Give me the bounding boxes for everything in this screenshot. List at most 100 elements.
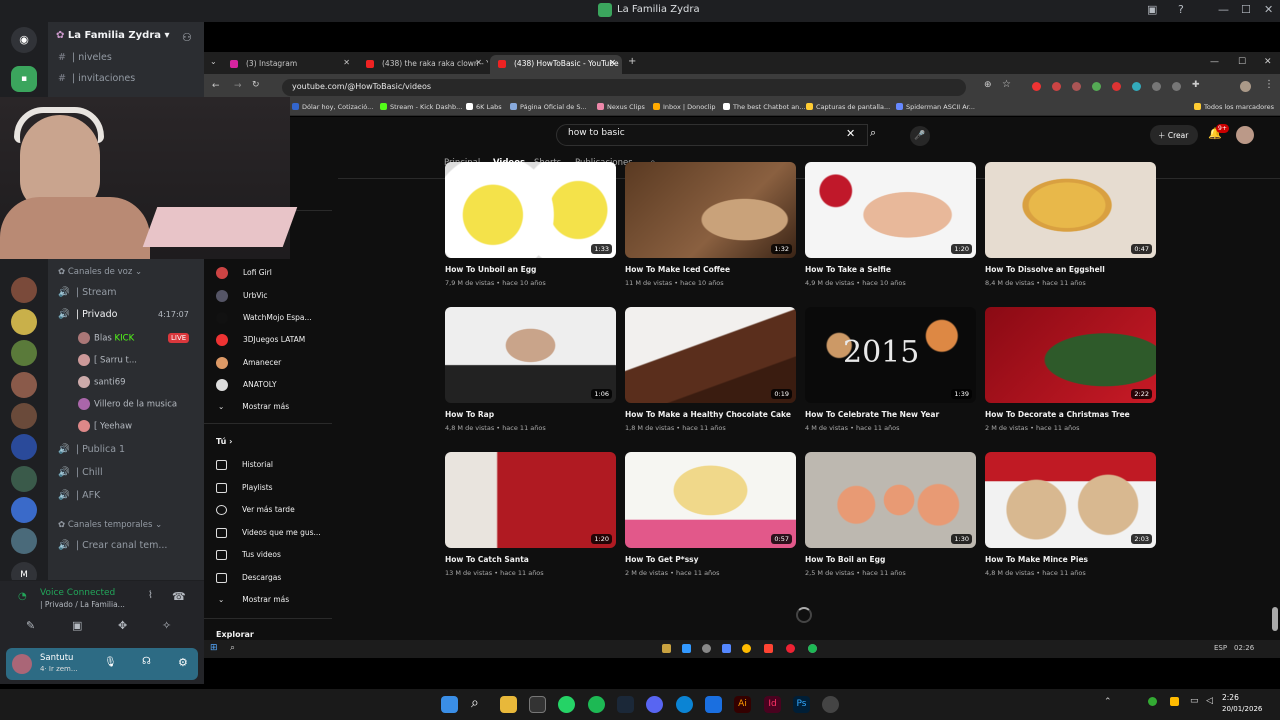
- subscription-item[interactable]: 3DJuegos LATAM: [216, 334, 305, 346]
- scrollbar[interactable]: [1272, 607, 1278, 631]
- clock-date[interactable]: 20/01/2026: [1222, 705, 1262, 713]
- start-icon[interactable]: [441, 696, 458, 713]
- tab-youtube-1[interactable]: (438) the raka raka clown - You ✕: [358, 55, 488, 74]
- server-icon[interactable]: [11, 403, 37, 429]
- video-thumbnail[interactable]: 1:33: [445, 162, 616, 258]
- playlists-link[interactable]: Playlists: [216, 483, 273, 493]
- extensions-puzzle-icon[interactable]: ✚: [1192, 80, 1200, 90]
- spotify-icon[interactable]: [588, 696, 605, 713]
- watch-later-link[interactable]: Ver más tarde: [216, 505, 295, 515]
- video-thumbnail[interactable]: 1:06: [445, 307, 616, 403]
- settings-icon[interactable]: ⚙: [178, 656, 188, 669]
- voice-channel-info[interactable]: | Privado / La Familia...: [40, 600, 125, 609]
- tray-icon[interactable]: [1148, 697, 1157, 706]
- camera-icon[interactable]: ✎: [26, 619, 35, 632]
- voice-channel-privado[interactable]: 🔊 | Privado: [58, 309, 117, 320]
- server-icon[interactable]: ▪: [11, 66, 37, 92]
- server-name[interactable]: ✿ La Familia Zydra ▾: [56, 30, 170, 41]
- server-icon[interactable]: [11, 309, 37, 335]
- voice-category[interactable]: ✿ Canales de voz ⌄: [58, 267, 142, 277]
- video-title[interactable]: How To Catch Santa: [445, 555, 616, 564]
- explorer-icon[interactable]: [662, 644, 671, 653]
- voice-channel[interactable]: 🔊 | Crear canal tem...: [58, 540, 167, 551]
- create-button[interactable]: ＋ Crear: [1150, 125, 1198, 145]
- chrome-icon[interactable]: [742, 644, 751, 653]
- screen-share-icon[interactable]: ▣: [72, 619, 82, 632]
- video-title[interactable]: How To Celebrate The New Year: [805, 410, 976, 419]
- inbox-icon[interactable]: ▣: [1147, 3, 1157, 16]
- video-card[interactable]: 1:20 How To Catch Santa 13 M de vistas •…: [445, 452, 616, 577]
- edge-icon[interactable]: [676, 696, 693, 713]
- search-input[interactable]: how to basic: [556, 124, 868, 146]
- bookmark[interactable]: Spiderman ASCII Ar...: [896, 103, 975, 111]
- video-title[interactable]: How To Rap: [445, 410, 616, 419]
- video-thumbnail[interactable]: 2:22: [985, 307, 1156, 403]
- video-card[interactable]: 1:32 How To Make Iced Coffee 11 M de vis…: [625, 162, 796, 287]
- subscription-item[interactable]: WatchMojo Espa...: [216, 312, 312, 324]
- maximize-button[interactable]: ☐: [1238, 57, 1246, 67]
- headphones-icon[interactable]: ☊: [142, 656, 151, 667]
- server-icon[interactable]: [11, 528, 37, 554]
- bookmark[interactable]: Capturas de pantalla...: [806, 103, 890, 111]
- video-card[interactable]: 0:57 How To Get P*ssy 2 M de vistas • ha…: [625, 452, 796, 577]
- discord-icon[interactable]: [646, 696, 663, 713]
- subscription-item[interactable]: ANATOLY: [216, 379, 277, 391]
- close-button[interactable]: ✕: [1264, 57, 1272, 67]
- account-avatar[interactable]: [1236, 126, 1254, 144]
- bookmark[interactable]: Dólar hoy, Cotizació...: [292, 103, 373, 111]
- bookmark[interactable]: The best Chatbot an...: [723, 103, 806, 111]
- mic-icon[interactable]: 🎙: [104, 657, 117, 668]
- temp-category[interactable]: ✿ Canales temporales ⌄: [58, 520, 162, 530]
- close-button[interactable]: ✕: [1264, 3, 1273, 16]
- text-channel[interactable]: # | niveles: [58, 52, 112, 63]
- video-thumbnail[interactable]: 1:32: [625, 162, 796, 258]
- volume-icon[interactable]: ◁: [1206, 696, 1213, 706]
- video-title[interactable]: How To Unboil an Egg: [445, 265, 616, 274]
- help-icon[interactable]: ?: [1178, 3, 1184, 16]
- subscription-item[interactable]: Lofi Girl: [216, 267, 272, 279]
- disconnect-icon[interactable]: ☎: [172, 590, 186, 603]
- tab-instagram[interactable]: (3) Instagram ✕: [222, 55, 356, 74]
- voice-channel[interactable]: 🔊 | Publica 1: [58, 444, 125, 455]
- bookmark[interactable]: Stream - Kick Dashb...: [380, 103, 462, 111]
- subscription-item[interactable]: Amanecer: [216, 357, 281, 369]
- clock-time[interactable]: 2:26: [1222, 693, 1239, 702]
- network-icon[interactable]: ▭: [1190, 696, 1199, 706]
- app-icon[interactable]: [786, 644, 795, 653]
- extension-icon[interactable]: [1052, 82, 1061, 91]
- video-title[interactable]: How To Make a Healthy Chocolate Cake: [625, 410, 796, 419]
- forward-icon[interactable]: →: [234, 81, 242, 91]
- maximize-button[interactable]: ☐: [1241, 3, 1251, 16]
- tab-youtube-active[interactable]: (438) HowToBasic - YouTube ✕: [490, 55, 622, 74]
- search-icon[interactable]: ⌕: [230, 643, 235, 653]
- extension-icon[interactable]: [1092, 82, 1101, 91]
- voice-user[interactable]: [ Sarru t...: [78, 354, 137, 366]
- noise-suppression-icon[interactable]: ⌇: [148, 590, 153, 601]
- video-title[interactable]: How To Take a Selfie: [805, 265, 976, 274]
- show-more-button[interactable]: ⌄ Mostrar más: [216, 402, 289, 411]
- server-icon[interactable]: [11, 434, 37, 460]
- video-title[interactable]: How To Get P*ssy: [625, 555, 796, 564]
- voice-channel[interactable]: 🔊 | Stream: [58, 287, 116, 298]
- video-card[interactable]: 1:33 How To Unboil an Egg 7,9 M de vista…: [445, 162, 616, 287]
- search-icon[interactable]: ⌕: [471, 695, 479, 711]
- minimize-button[interactable]: —: [1218, 3, 1229, 16]
- voice-user[interactable]: santi69: [78, 376, 126, 388]
- steam-icon[interactable]: [617, 696, 634, 713]
- activities-icon[interactable]: ✥: [118, 619, 127, 632]
- signal-icon[interactable]: ◔: [18, 591, 27, 602]
- video-thumbnail[interactable]: 0:47: [985, 162, 1156, 258]
- extension-icon[interactable]: [1112, 82, 1121, 91]
- video-title[interactable]: How To Decorate a Christmas Tree: [985, 410, 1156, 419]
- discord-home-icon[interactable]: ◉: [11, 27, 37, 53]
- voice-channel[interactable]: 🔊 | Chill: [58, 467, 103, 478]
- voice-user[interactable]: [ Yeehaw: [78, 420, 132, 432]
- server-icon[interactable]: [11, 372, 37, 398]
- illustrator-icon[interactable]: Ai: [734, 696, 751, 713]
- video-card[interactable]: 2:03 How To Make Mince Pies 4,8 M de vis…: [985, 452, 1156, 577]
- video-card[interactable]: 2015 1:39 How To Celebrate The New Year …: [805, 307, 976, 432]
- server-icon[interactable]: [11, 466, 37, 492]
- back-icon[interactable]: ←: [212, 81, 220, 91]
- app-icon[interactable]: [822, 696, 839, 713]
- new-tab-button[interactable]: +: [628, 56, 636, 67]
